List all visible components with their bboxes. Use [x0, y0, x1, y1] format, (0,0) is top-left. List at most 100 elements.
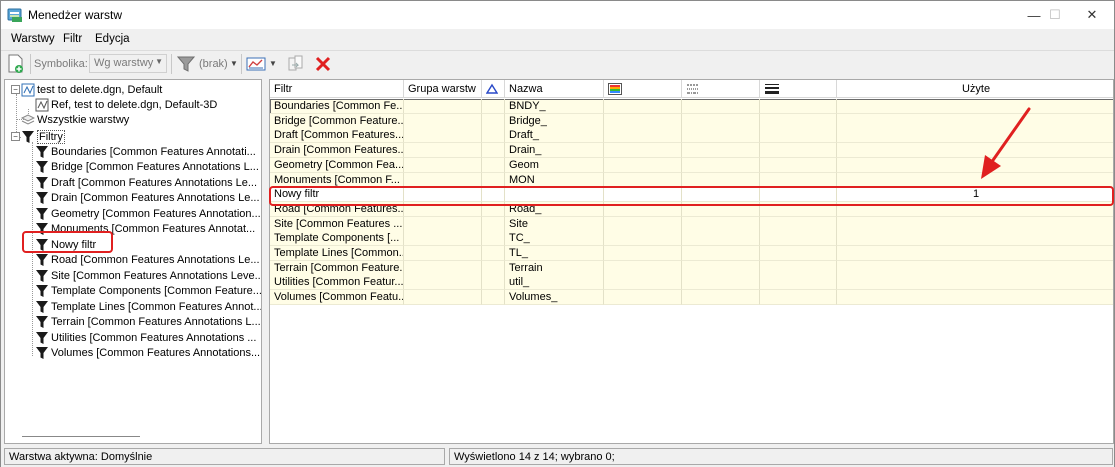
- chevron-down-icon: ▼: [155, 57, 163, 66]
- cell-used: [837, 231, 1113, 247]
- cell-style: [682, 143, 760, 159]
- cell-weight: [760, 275, 837, 291]
- cell-filter: Drain [Common Features...: [270, 143, 404, 159]
- cell-weight: [760, 246, 837, 261]
- menu-edycja-label: Edycja: [95, 33, 130, 45]
- tree-item-filters[interactable]: Filtry: [21, 129, 65, 144]
- tree-filter-item[interactable]: Utilities [Common Features Annotations .…: [35, 330, 256, 345]
- column-header-style[interactable]: [682, 80, 760, 98]
- tree-item-ref-file[interactable]: Ref, test to delete.dgn, Default-3D: [35, 97, 217, 112]
- horizontal-scrollbar[interactable]: [22, 436, 140, 437]
- tree-filter-item[interactable]: Draft [Common Features Annotations Le...: [35, 175, 257, 190]
- cell-filter: Bridge [Common Feature...: [270, 113, 404, 129]
- cell-weight: [760, 143, 837, 159]
- close-button[interactable]: ✕: [1069, 1, 1115, 29]
- cell-group: [404, 143, 482, 159]
- cell-weight: [760, 128, 837, 144]
- cell-sort: [482, 157, 505, 173]
- tree-filter-item[interactable]: Geometry [Common Features Annotation...: [35, 206, 261, 221]
- tree-filter-item[interactable]: Template Components [Common Feature...: [35, 284, 261, 299]
- panel-splitter[interactable]: [263, 79, 268, 444]
- cell-style: [682, 260, 760, 276]
- cell-style: [682, 231, 760, 247]
- copy-layer-icon[interactable]: [285, 53, 307, 75]
- cell-name: TC_: [505, 231, 604, 247]
- cell-used: [837, 275, 1113, 291]
- column-header-filter[interactable]: Filtr: [270, 80, 404, 98]
- funnel-icon: [35, 269, 49, 283]
- column-header-group[interactable]: Grupa warstw: [404, 80, 482, 98]
- cell-group: [404, 290, 482, 306]
- column-header-sort[interactable]: [482, 80, 505, 98]
- funnel-icon: [35, 176, 49, 190]
- collapse-icon[interactable]: −: [11, 132, 20, 141]
- status-displayed-count: Wyświetlono 14 z 14; wybrano 0;: [449, 448, 1113, 465]
- cell-name: Volumes_: [505, 290, 604, 306]
- toolbar-separator: [30, 54, 31, 74]
- menu-filtr[interactable]: Filtr: [63, 33, 82, 45]
- tree-filter-item[interactable]: Bridge [Common Features Annotations L...: [35, 160, 259, 175]
- cell-color: [604, 275, 682, 291]
- menu-edycja[interactable]: Edycja: [95, 33, 130, 45]
- cell-style: [682, 246, 760, 261]
- funnel-icon[interactable]: [175, 53, 197, 75]
- new-layer-icon[interactable]: [5, 53, 27, 75]
- tree-filter-item[interactable]: Volumes [Common Features Annotations...: [35, 346, 260, 361]
- arrow-annotation-icon: [981, 107, 1031, 179]
- tree-item-label: Boundaries [Common Features Annotati...: [51, 145, 256, 158]
- line-weight-icon: [765, 84, 779, 94]
- cell-group: [404, 275, 482, 291]
- symbology-label: Symbolika:: [34, 58, 88, 70]
- menu-warstwy[interactable]: Warstwy: [11, 33, 55, 45]
- tree-filter-item[interactable]: Site [Common Features Annotations Leve..…: [35, 268, 261, 283]
- highlight-annotation: [22, 231, 113, 253]
- column-header-weight[interactable]: [760, 80, 837, 98]
- funnel-icon: [35, 160, 49, 174]
- column-header-used[interactable]: Użyte: [837, 80, 1113, 98]
- tree-item-root-file[interactable]: test to delete.dgn, Default: [21, 82, 162, 97]
- chevron-down-icon[interactable]: ▼: [269, 59, 277, 68]
- table-row[interactable]: Template Components [... TC_: [270, 231, 1113, 247]
- cell-used: [837, 261, 1113, 276]
- table-row[interactable]: Volumes [Common Featu... Volumes_: [270, 290, 1113, 306]
- table-row[interactable]: Template Lines [Common... TL_: [270, 246, 1113, 261]
- funnel-icon: [35, 253, 49, 267]
- funnel-icon: [35, 300, 49, 314]
- funnel-icon: [35, 145, 49, 159]
- cell-style: [682, 113, 760, 129]
- funnel-icon: [21, 130, 35, 144]
- cell-name: Drain_: [505, 143, 604, 159]
- column-header-color[interactable]: [604, 80, 682, 98]
- cell-filter: Volumes [Common Featu...: [270, 290, 404, 306]
- collapse-icon[interactable]: −: [11, 85, 20, 94]
- menu-warstwy-label: Warstwy: [11, 33, 55, 45]
- column-header-name[interactable]: Nazwa: [505, 80, 604, 98]
- symbology-select[interactable]: Wg warstwy ▼: [89, 54, 167, 73]
- display-style-icon[interactable]: [245, 53, 267, 75]
- tree-filter-item[interactable]: Drain [Common Features Annotations Le...: [35, 191, 260, 206]
- cell-filter: Site [Common Features ...: [270, 216, 404, 232]
- cell-style: [682, 157, 760, 173]
- cell-name: Geom: [505, 157, 604, 173]
- delete-icon[interactable]: [312, 53, 334, 75]
- funnel-icon: [35, 207, 49, 221]
- table-row[interactable]: Utilities [Common Featur... util_: [270, 275, 1113, 291]
- cell-style: [682, 290, 760, 306]
- tree-item-all-layers[interactable]: Wszystkie warstwy: [21, 112, 129, 127]
- tree-filter-item[interactable]: Template Lines [Common Features Annot...: [35, 299, 261, 314]
- cell-filter: Geometry [Common Fea...: [270, 157, 404, 173]
- tree-filter-item[interactable]: Terrain [Common Features Annotations L..…: [35, 315, 261, 330]
- grid-header: Filtr Grupa warstw Nazwa Użyte: [270, 80, 1113, 98]
- tree-item-label: Terrain [Common Features Annotations L..…: [51, 316, 261, 328]
- tree-filter-item[interactable]: Road [Common Features Annotations Le...: [35, 253, 260, 268]
- cell-used: [837, 217, 1113, 232]
- cell-name: Site: [505, 216, 604, 232]
- dgn-model-icon: [21, 83, 35, 97]
- chevron-down-icon[interactable]: ▼: [230, 59, 238, 68]
- tree-filter-item[interactable]: Boundaries [Common Features Annotati...: [35, 144, 256, 159]
- cell-name: util_: [505, 275, 604, 291]
- active-filter-value[interactable]: (brak): [199, 58, 228, 70]
- table-row[interactable]: Terrain [Common Feature... Terrain: [270, 260, 1113, 276]
- table-row[interactable]: Site [Common Features ... Site: [270, 216, 1113, 232]
- cell-color: [604, 246, 682, 261]
